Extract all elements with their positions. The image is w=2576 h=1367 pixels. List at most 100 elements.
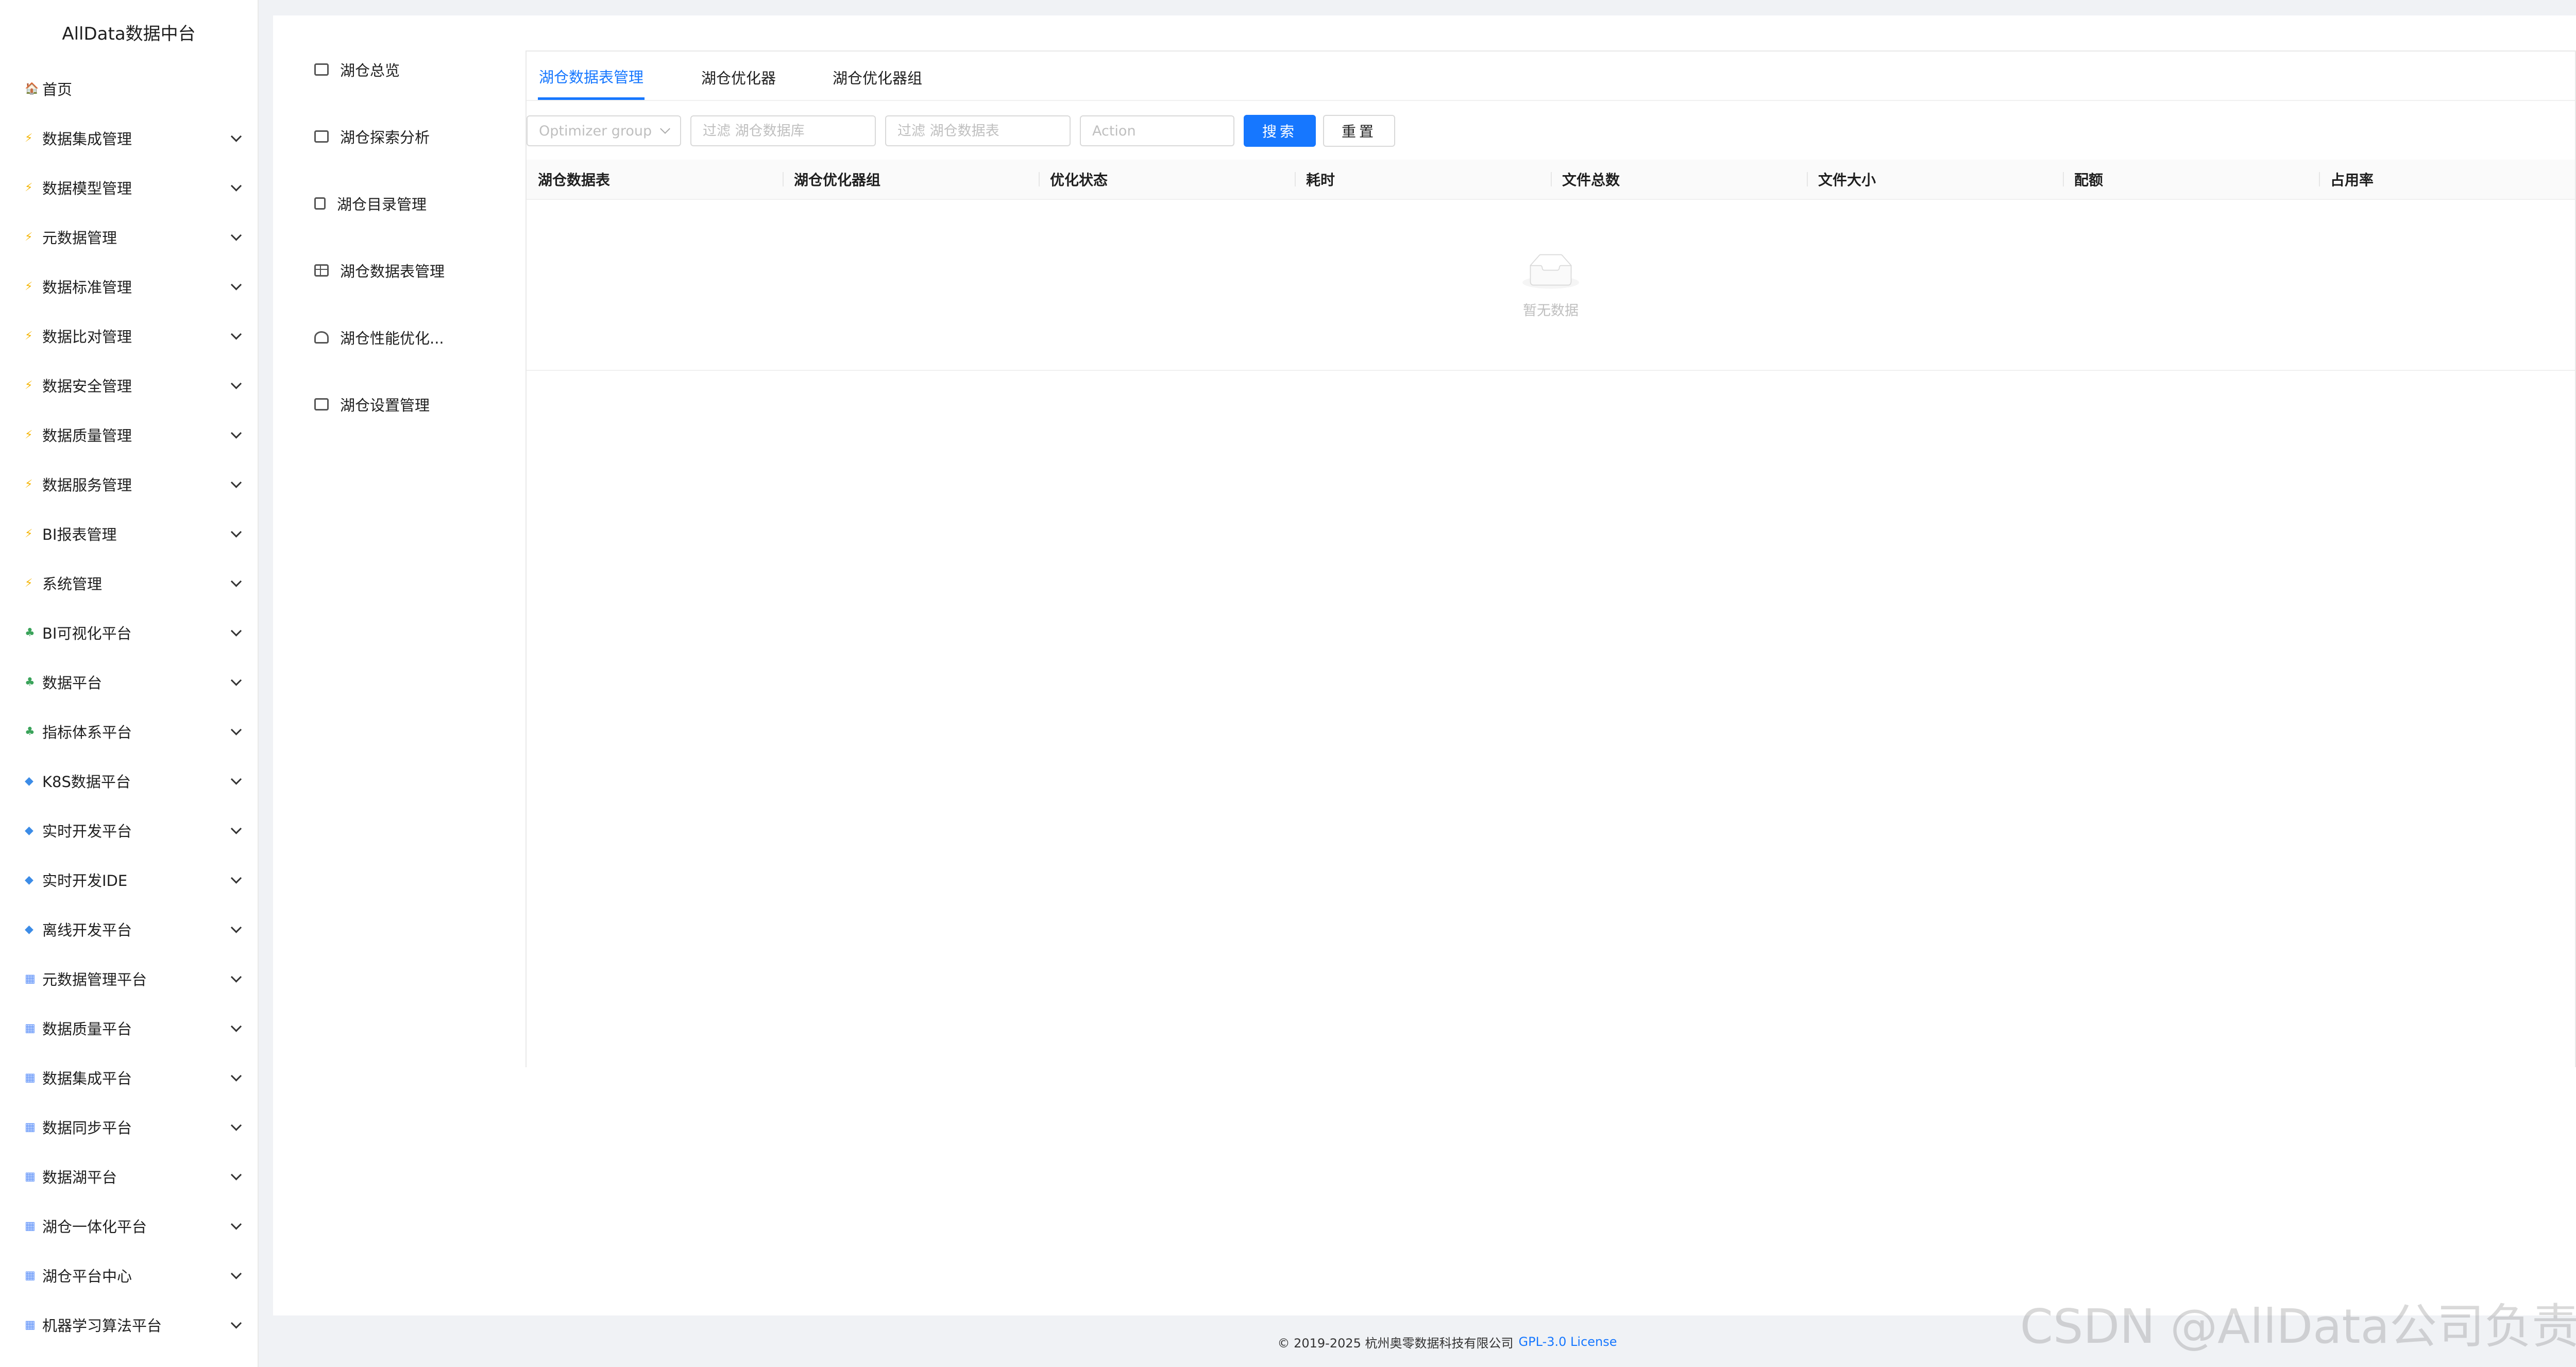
sidebar-item[interactable]: ⚡ BI报表管理 [0,509,258,558]
chevron-down-icon [230,625,242,637]
sidebar-item[interactable]: ◆ 实时开发平台 [0,806,258,855]
sidebar-item[interactable]: ▦ 数据湖平台 [0,1152,258,1201]
database-filter-input[interactable] [690,115,876,146]
terminal-icon [314,130,329,143]
tab[interactable]: 湖仓优化器组 [833,55,922,100]
sidebar-item-label: 数据质量平台 [42,1020,132,1038]
lightning-icon: ⚡ [25,428,33,441]
main-content: 湖仓总览 湖仓探索分析 湖仓目录管理 湖仓数据表管理 湖仓性能优化... 湖仓设置管理 湖… [273,15,2576,1315]
chevron-down-icon [230,1219,242,1230]
sidebar-item[interactable]: ▦ 机器学习算法平台 [0,1300,258,1349]
grid-icon: ▦ [25,1170,36,1183]
lightning-icon: ⚡ [25,477,33,491]
sidebar-item-label: 数据平台 [42,674,103,692]
sidebar-item[interactable]: ▦ 数据质量平台 [0,1003,258,1053]
sidebar-item[interactable]: ◆ K8S数据平台 [0,756,258,806]
sidebar-item-label: 元数据管理平台 [42,971,147,988]
sidebar-item-label: 数据标准管理 [42,279,132,296]
grid-icon: ▦ [25,972,36,985]
subnav-item-label: 湖仓性能优化... [340,330,444,347]
subnav-item[interactable]: 湖仓数据表管理 [314,237,469,304]
grid-icon: ▦ [25,1021,36,1035]
sidebar-item[interactable]: ◆ 离线开发平台 [0,904,258,954]
subnav-item[interactable]: 湖仓性能优化... [314,304,469,371]
sidebar-item-label: BI可视化平台 [42,625,132,642]
sidebar-item[interactable]: ⚡ 数据标准管理 [0,262,258,311]
sidebar-item[interactable]: ⚡ 数据安全管理 [0,361,258,410]
sidebar-item[interactable]: ▦ 湖仓平台中心 [0,1251,258,1300]
sidebar-item-label: 元数据管理 [42,229,117,247]
optimizer-group-placeholder: Optimizer group [539,123,652,139]
sidebar-item[interactable]: ♣ 指标体系平台 [0,707,258,756]
chevron-down-icon [230,774,242,785]
sidebar-item[interactable]: ⚡ 数据比对管理 [0,311,258,361]
grid-icon: ▦ [25,1219,36,1233]
sidebar-item[interactable]: ▦ 湖仓一体化平台 [0,1201,258,1251]
sidebar-item-label: 数据服务管理 [42,476,132,494]
table-filter-input[interactable] [885,115,1071,146]
data-table: 湖仓数据表 湖仓优化器组 优化状态 耗时 文件总数 文件大小 配额 占用率 [527,160,2575,200]
column-header: 文件总数 [1551,160,1807,200]
grid-icon: ▦ [25,1318,36,1331]
sidebar-item[interactable]: ♣ 数据平台 [0,657,258,707]
sidebar-item[interactable]: ▦ 数据集成平台 [0,1053,258,1102]
sidebar-item[interactable]: ▦ 数据同步平台 [0,1102,258,1152]
column-header: 优化状态 [1039,160,1295,200]
grid-icon: ▦ [25,1120,36,1134]
sidebar-item[interactable]: ▦ 元数据管理平台 [0,954,258,1003]
reset-button[interactable]: 重置 [1323,115,1396,147]
chevron-down-icon [230,1169,242,1181]
gem-icon: ◆ [25,873,33,886]
lightning-icon: ⚡ [25,576,33,590]
sidebar-item-label: 数据比对管理 [42,328,132,346]
column-header: 湖仓优化器组 [783,160,1039,200]
subnav-item[interactable]: 湖仓目录管理 [314,170,469,237]
subnav-item-label: 湖仓数据表管理 [340,263,445,280]
sidebar: AllData数据中台 🏠 首页 ⚡ 数据集成管理 ⚡ 数据模型管理 ⚡ 元数据管理 ⚡ 数据标准… [0,0,259,1367]
dashboard-icon [314,63,329,76]
chevron-down-icon [230,922,242,933]
sidebar-item[interactable]: ⚡ 数据服务管理 [0,459,258,509]
search-button[interactable]: 搜索 [1244,115,1316,147]
empty-text: 暂无数据 [1523,302,1579,319]
watermark: CSDN @AllData公司负责人 [2020,1299,2576,1354]
sidebar-item[interactable]: ⚡ 数据模型管理 [0,163,258,212]
monitor-icon [314,398,329,411]
action-filter-input[interactable] [1080,115,1234,146]
sidebar-item[interactable]: ♣ BI可视化平台 [0,608,258,657]
sidebar-item[interactable]: ◆ 实时开发IDE [0,855,258,904]
tab[interactable]: 湖仓数据表管理 [538,55,645,100]
chevron-down-icon [230,329,242,340]
sidebar-item-label: 湖仓平台中心 [42,1268,132,1285]
lightning-icon: ⚡ [25,379,33,392]
sidebar-item-label: 数据模型管理 [42,180,132,197]
tree-icon: ♣ [25,675,35,689]
lightning-icon: ⚡ [25,280,33,293]
chevron-down-icon [230,1318,242,1329]
column-header: 湖仓数据表 [527,160,783,200]
column-header: 耗时 [1295,160,1551,200]
sidebar-menu: 🏠 首页 ⚡ 数据集成管理 ⚡ 数据模型管理 ⚡ 元数据管理 ⚡ 数据标准管理 ⚡ 数据比对管理 ⚡ 数据… [0,64,258,1349]
lightning-icon: ⚡ [25,230,33,244]
sidebar-item-label: BI报表管理 [42,526,117,543]
sidebar-item-label: 数据质量管理 [42,427,132,445]
sidebar-item[interactable]: ⚡ 数据集成管理 [0,113,258,163]
chevron-down-icon [230,1070,242,1082]
sidebar-item-label: 数据安全管理 [42,378,132,395]
sidebar-item[interactable]: ⚡ 系统管理 [0,558,258,608]
subnav-item[interactable]: 湖仓探索分析 [314,103,469,170]
sidebar-item-label: 系统管理 [42,575,103,593]
sidebar-item[interactable]: 🏠 首页 [0,64,258,113]
sidebar-item[interactable]: ⚡ 元数据管理 [0,212,258,262]
subnav-item[interactable]: 湖仓设置管理 [314,371,469,438]
sidebar-item-label: 实时开发平台 [42,823,132,840]
license-link[interactable]: GPL-3.0 License [1519,1335,1617,1349]
empty-state: 暂无数据 [527,200,2575,371]
subnav-item[interactable]: 湖仓总览 [314,36,469,103]
lakehouse-subnav: 湖仓总览 湖仓探索分析 湖仓目录管理湖仓数据表管理 湖仓性能优化... 湖仓设置管理 [314,36,469,438]
sidebar-item[interactable]: ⚡ 数据质量管理 [0,410,258,459]
optimizer-group-select[interactable]: Optimizer group [527,115,681,146]
tree-icon: ♣ [25,725,35,738]
tab[interactable]: 湖仓优化器 [701,55,776,100]
table-header-row: 湖仓数据表 湖仓优化器组 优化状态 耗时 文件总数 文件大小 配额 占用率 [527,160,2575,200]
